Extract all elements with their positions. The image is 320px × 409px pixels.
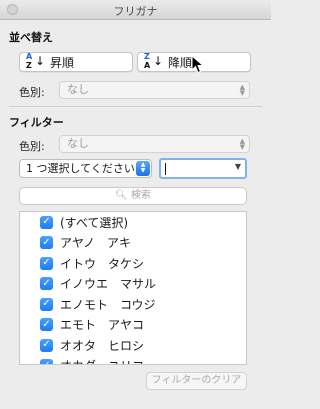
search-icon: 🔍︎ xyxy=(115,190,128,201)
filter-condition-value: 1 つ選択してください xyxy=(26,162,135,175)
filter-color-value: なし xyxy=(67,137,89,150)
list-item-label: アヤノ アキ xyxy=(60,236,132,251)
updown-chevron-icon: ▲ ▼ xyxy=(239,83,245,97)
list-item-label: オオタ ヒロシ xyxy=(60,338,145,353)
filter-condition-select[interactable]: 1 つ選択してください ▲ ▼ xyxy=(19,159,152,178)
sort-color-label: 色別: xyxy=(19,86,45,99)
sort-ascending-label: 昇順 xyxy=(50,55,75,70)
list-item-label: (すべて選択) xyxy=(60,215,129,230)
checkbox[interactable]: ✓ xyxy=(40,297,53,311)
filter-color-select[interactable]: なし ▲ ▼ xyxy=(59,135,250,153)
list-item-label: エノモト コウジ xyxy=(60,297,156,312)
sort-color-value: なし xyxy=(67,83,89,96)
text-caret xyxy=(165,163,166,175)
search-placeholder: 検索 xyxy=(130,190,151,201)
dropdown-arrow-icon[interactable]: ▼ xyxy=(235,162,241,171)
list-item-label: イノウエ マサル xyxy=(60,277,157,292)
list-item[interactable]: ✓ エモト アヤコ xyxy=(20,315,246,336)
updown-chevron-icon: ▲ ▼ xyxy=(239,137,245,151)
search-input[interactable]: 🔍︎ 検索 xyxy=(19,187,247,205)
title-bar: フリガナ xyxy=(0,0,271,20)
checkbox[interactable]: ✓ xyxy=(40,277,53,291)
window-title: フリガナ xyxy=(113,5,158,18)
checkbox[interactable]: ✓ xyxy=(40,318,53,332)
list-item-label: イトウ タケシ xyxy=(60,256,145,271)
sort-ascending-button[interactable]: A Z ↓ 昇順 xyxy=(19,52,133,72)
list-item-label: オカダ ユリコ xyxy=(60,357,144,364)
sort-section-title: 並べ替え xyxy=(9,31,53,44)
sort-descending-icon: Z A ↓ xyxy=(144,52,164,70)
checkbox[interactable]: ✓ xyxy=(40,215,53,229)
list-item[interactable]: ✓ エノモト コウジ xyxy=(20,294,246,315)
filter-color-label: 色別: xyxy=(19,140,45,153)
checkbox[interactable]: ✓ xyxy=(40,256,53,270)
list-item[interactable]: ✓ オカダ ユリコ xyxy=(20,356,246,364)
filter-values-list[interactable]: ✓ (すべて選択) ✓ アヤノ アキ ✓ イトウ タケシ ✓ イノウエ マサル ✓ エノモト コウ… xyxy=(19,211,247,365)
clear-filter-button[interactable]: フィルターのクリア xyxy=(146,372,247,390)
list-item[interactable]: ✓ アヤノ アキ xyxy=(20,233,246,254)
checkbox[interactable]: ✓ xyxy=(40,338,53,352)
mouse-cursor-icon xyxy=(191,55,205,74)
sort-descending-label: 降順 xyxy=(168,55,193,70)
checkbox[interactable]: ✓ xyxy=(40,359,53,364)
list-item[interactable]: ✓ イノウエ マサル xyxy=(20,274,246,295)
filter-value-input[interactable]: ▼ xyxy=(159,158,247,179)
filter-section-title: フィルター xyxy=(9,116,64,129)
list-item[interactable]: ✓ (すべて選択) xyxy=(20,212,246,233)
list-item-label: エモト アヤコ xyxy=(60,318,145,333)
sort-ascending-icon: A Z ↓ xyxy=(26,52,46,70)
sort-color-select[interactable]: なし ▲ ▼ xyxy=(59,81,250,99)
section-divider xyxy=(9,106,262,107)
updown-chevron-icon: ▲ ▼ xyxy=(136,161,150,176)
list-item[interactable]: ✓ オオタ ヒロシ xyxy=(20,335,246,356)
list-item[interactable]: ✓ イトウ タケシ xyxy=(20,253,246,274)
checkbox[interactable]: ✓ xyxy=(40,236,53,250)
